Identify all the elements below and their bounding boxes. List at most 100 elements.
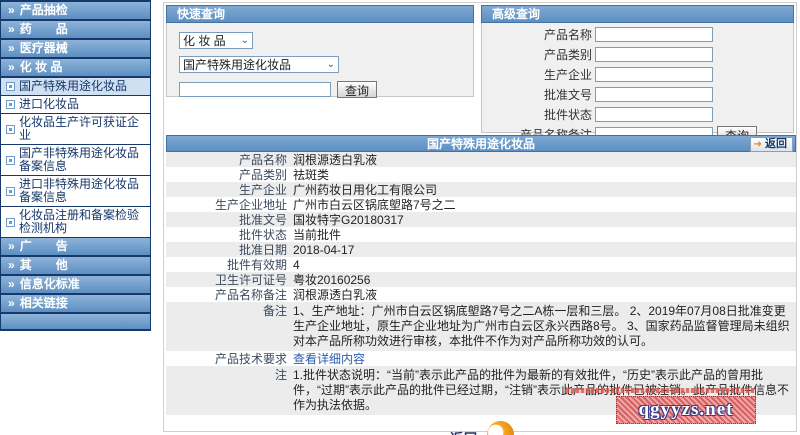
detail-row-label: 注 — [166, 366, 293, 415]
detail-row-hygiene-license-number: 卫生许可证号粤妆20160256 — [166, 272, 796, 287]
detail-row-label: 批准文号 — [166, 212, 293, 227]
sidebar-header-label: 其 他 — [20, 258, 68, 272]
advanced-field-row-manufacturer: 生产企业 — [482, 66, 793, 83]
view-details-link[interactable]: 查看详细内容 — [293, 351, 796, 366]
advanced-field-row-approval-number: 批准文号 — [482, 86, 793, 103]
advanced-input-product-name[interactable] — [595, 27, 713, 42]
sidebar-header-other[interactable]: » 其 他 — [1, 257, 150, 276]
detail-row-value: 4 — [293, 257, 796, 272]
sidebar-header-cosmetics[interactable]: » 化 妆 品 — [1, 59, 150, 78]
advanced-field-label: 产品名称 — [482, 26, 592, 43]
detail-row-value: 润根源透白乳液 — [293, 152, 796, 167]
detail-row-validity-period: 批件有效期4 — [166, 257, 796, 272]
square-bullet-icon — [6, 82, 15, 91]
return-button-bottom[interactable]: 返回 — [448, 421, 514, 435]
quick-search-button[interactable]: 查询 — [337, 81, 377, 98]
sidebar-item-imported-nonspecial-filing[interactable]: 进口非特殊用途化妆品备案信息 — [1, 176, 150, 207]
detail-row-technical-requirements: 产品技术要求查看详细内容 — [166, 351, 796, 366]
detail-row-manufacturer: 生产企业广州药妆日用化工有限公司 — [166, 182, 796, 197]
detail-row-label: 生产企业地址 — [166, 197, 293, 212]
fine-print-watermark — [566, 388, 756, 393]
sidebar-header-label: 药 品 — [20, 22, 68, 36]
square-bullet-icon — [6, 156, 15, 165]
detail-row-value: 广州市白云区锅底塱路7号之二 — [293, 197, 796, 212]
double-chevron-icon: » — [8, 277, 15, 291]
sidebar-item-label: 进口化妆品 — [19, 98, 79, 111]
sidebar-item-label: 进口非特殊用途化妆品备案信息 — [19, 178, 148, 204]
quick-category-value: 化 妆 品 — [183, 32, 226, 49]
advanced-field-row-product-name: 产品名称 — [482, 26, 793, 43]
detail-row-label: 批准日期 — [166, 242, 293, 257]
detail-row-label: 产品技术要求 — [166, 351, 293, 366]
detail-row-value: 当前批件 — [293, 227, 796, 242]
chevron-down-icon: ⌄ — [327, 60, 335, 70]
sidebar: »产品抽检»药 品»医疗器械»化 妆 品国产特殊用途化妆品进口化妆品化妆品生产许… — [0, 0, 151, 331]
detail-row-label: 批件状态 — [166, 227, 293, 242]
double-chevron-icon: » — [8, 41, 15, 55]
orange-arrow-icon: ➜ — [754, 140, 762, 150]
sidebar-item-label: 国产特殊用途化妆品 — [19, 80, 127, 93]
double-chevron-icon: » — [8, 239, 15, 253]
sidebar-header-related-links[interactable]: »相关链接 — [1, 295, 150, 314]
sidebar-item-domestic-nonspecial-filing[interactable]: 国产非特殊用途化妆品备案信息 — [1, 145, 150, 176]
double-chevron-icon: » — [8, 22, 15, 36]
sidebar-header-label: 化 妆 品 — [20, 60, 63, 74]
advanced-input-manufacturer[interactable] — [595, 67, 713, 82]
sidebar-item-imported-cosmetics[interactable]: 进口化妆品 — [1, 96, 150, 114]
sidebar-item-label: 化妆品生产许可获证企业 — [19, 116, 148, 142]
detail-row-remark: 备注1、生产地址：广州市白云区锅底塱路7号之二A栋一层和三层。 2、2019年0… — [166, 302, 796, 351]
sidebar-header-label: 相关链接 — [20, 296, 68, 310]
sidebar-header-advertising[interactable]: » 广 告 — [1, 238, 150, 257]
sidebar-header-it-standards[interactable]: »信息化标准 — [1, 276, 150, 295]
main-content: 快速查询 化 妆 品 ⌄ 国产特殊用途化妆品 ⌄ 查询 高级查询 产品名称产品类… — [163, 2, 797, 432]
advanced-input-product-category[interactable] — [595, 47, 713, 62]
detail-row-product-name: 产品名称润根源透白乳液 — [166, 152, 796, 167]
detail-row-label: 生产企业 — [166, 182, 293, 197]
square-bullet-icon — [6, 125, 15, 134]
return-button-label: 返回 — [450, 428, 478, 435]
square-bullet-icon — [6, 100, 15, 109]
sidebar-header-product-sampling[interactable]: »产品抽检 — [1, 2, 150, 21]
detail-row-value: 2018-04-17 — [293, 242, 796, 257]
quick-type-select[interactable]: 国产特殊用途化妆品 ⌄ — [179, 56, 339, 73]
orange-ball-icon — [487, 421, 514, 435]
sidebar-item-domestic-special-cosmetics[interactable]: 国产特殊用途化妆品 — [1, 78, 150, 96]
sidebar-item-label: 国产非特殊用途化妆品备案信息 — [19, 147, 148, 173]
advanced-field-row-product-category: 产品类别 — [482, 46, 793, 63]
quick-keyword-input[interactable] — [179, 82, 331, 97]
back-button-top[interactable]: ➜ 返回 — [750, 137, 793, 152]
advanced-search-panel: 高级查询 产品名称产品类别生产企业批准文号批件状态产品名称备注查询 — [481, 5, 794, 133]
square-bullet-icon — [6, 218, 15, 227]
square-bullet-icon — [6, 187, 15, 196]
detail-title: 国产特殊用途化妆品 — [427, 137, 535, 151]
sidebar-header-label: 医疗器械 — [20, 41, 68, 55]
sidebar-item-production-license-enterprises[interactable]: 化妆品生产许可获证企业 — [1, 114, 150, 145]
double-chevron-icon: » — [8, 60, 15, 74]
advanced-input-approval-number[interactable] — [595, 87, 713, 102]
sidebar-header-label: 广 告 — [20, 239, 68, 253]
detail-row-label: 产品名称 — [166, 152, 293, 167]
advanced-search-title: 高级查询 — [481, 5, 794, 23]
site-watermark-stamp: qgyyzs.net — [616, 396, 756, 424]
advanced-field-label: 批件状态 — [482, 106, 592, 123]
advanced-field-label: 产品类别 — [482, 46, 592, 63]
back-button-label: 返回 — [765, 139, 787, 150]
chevron-down-icon: ⌄ — [241, 36, 249, 46]
advanced-field-label: 生产企业 — [482, 66, 592, 83]
quick-category-select[interactable]: 化 妆 品 ⌄ — [179, 32, 253, 49]
detail-row-approval-number: 批准文号国妆特字G20180317 — [166, 212, 796, 227]
detail-row-product-name-remark: 产品名称备注润根源透白乳液 — [166, 287, 796, 302]
sidebar-header-medical-devices[interactable]: » 医疗器械 — [1, 40, 150, 59]
detail-row-value: 1、生产地址：广州市白云区锅底塱路7号之二A栋一层和三层。 2、2019年07月… — [293, 302, 796, 351]
advanced-field-row-approval-status: 批件状态 — [482, 106, 793, 123]
advanced-input-approval-status[interactable] — [595, 107, 713, 122]
detail-row-label: 卫生许可证号 — [166, 272, 293, 287]
sidebar-item-label: 化妆品注册和备案检验检测机构 — [19, 209, 148, 235]
detail-row-value: 国妆特字G20180317 — [293, 212, 796, 227]
sidebar-item-inspection-agencies[interactable]: 化妆品注册和备案检验检测机构 — [1, 207, 150, 238]
sidebar-header-drugs[interactable]: » 药 品 — [1, 21, 150, 40]
double-chevron-icon: » — [8, 258, 15, 272]
detail-row-label: 备注 — [166, 302, 293, 351]
quick-search-panel: 快速查询 化 妆 品 ⌄ 国产特殊用途化妆品 ⌄ 查询 — [166, 5, 474, 97]
detail-row-value: 粤妆20160256 — [293, 272, 796, 287]
